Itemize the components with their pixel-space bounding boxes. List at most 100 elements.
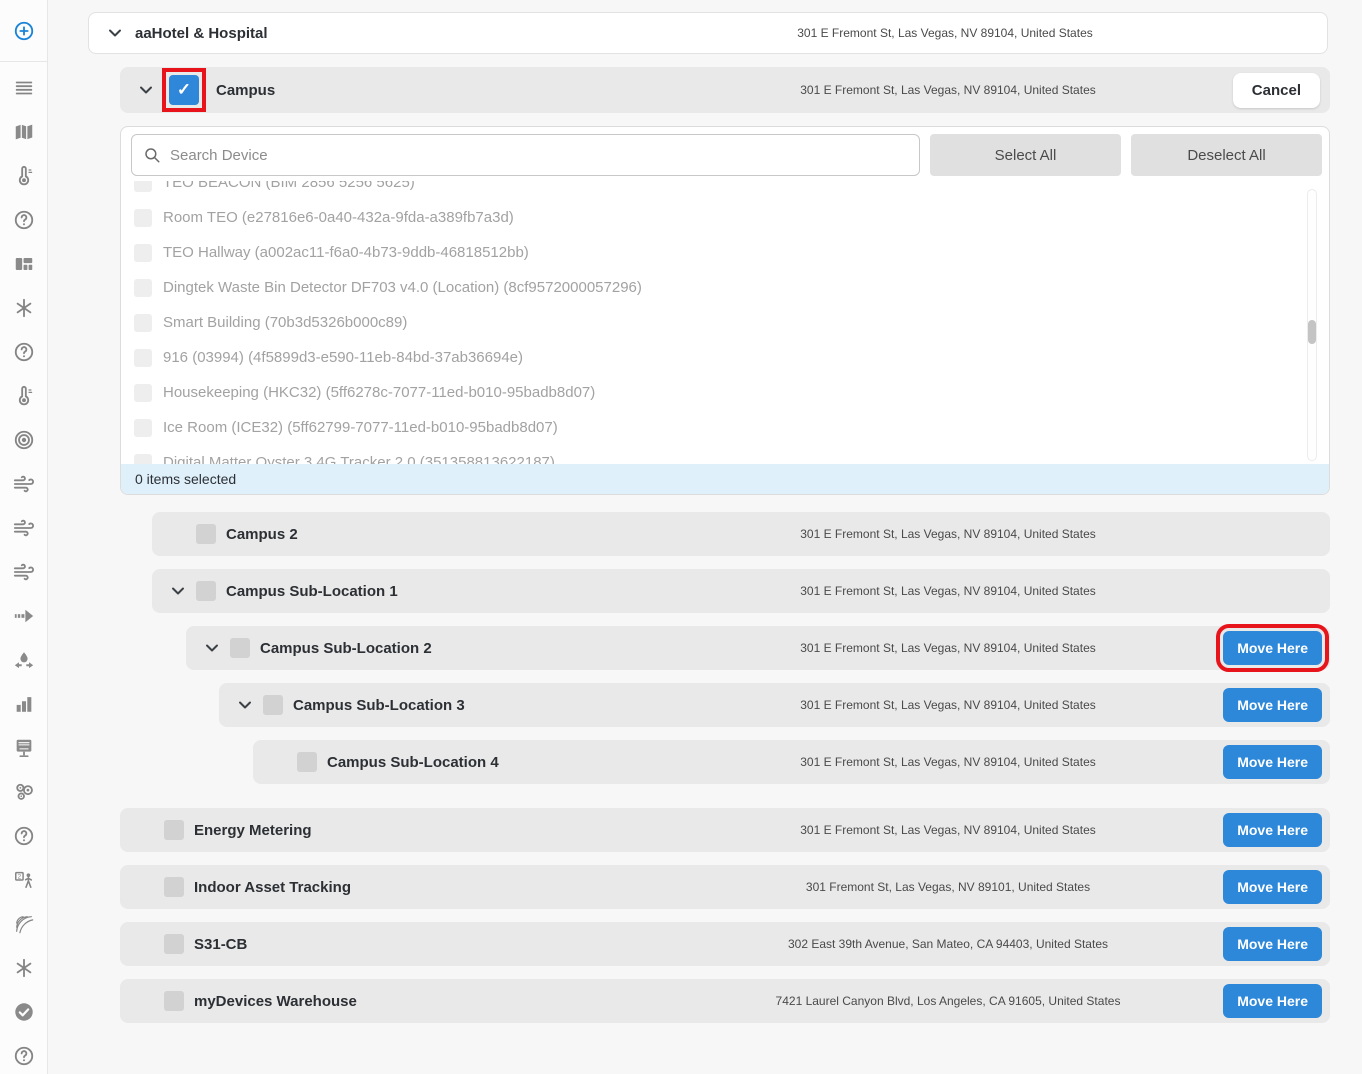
location-row-root[interactable]: aaHotel & Hospital 301 E Fremont St, Las…: [88, 12, 1328, 54]
device-checkbox[interactable]: [134, 419, 152, 437]
location-row[interactable]: Campus Sub-Location 3301 E Fremont St, L…: [219, 683, 1330, 727]
device-checkbox[interactable]: [134, 454, 152, 465]
chevron-down-icon[interactable]: [235, 695, 255, 715]
location-name: Campus Sub-Location 1: [226, 583, 398, 600]
search-device-input[interactable]: [131, 134, 920, 176]
location-row[interactable]: S31-CB302 East 39th Avenue, San Mateo, C…: [120, 922, 1330, 966]
location-row[interactable]: Campus 2301 E Fremont St, Las Vegas, NV …: [152, 512, 1330, 556]
device-list-item[interactable]: 916 (03994) (4f5899d3-e590-11eb-84bd-37a…: [134, 340, 1329, 375]
wind-icon[interactable]: [13, 473, 35, 495]
menu-icon[interactable]: [13, 77, 35, 99]
floorplan-icon[interactable]: [13, 253, 35, 275]
device-list-item[interactable]: Smart Building (70b3d5326b000c89): [134, 305, 1329, 340]
add-circle-icon[interactable]: [13, 20, 35, 42]
move-here-button[interactable]: Move Here: [1223, 984, 1322, 1018]
items-selected-bar: 0 items selected: [121, 464, 1329, 494]
arrow-right-icon[interactable]: [13, 605, 35, 627]
location-name: Energy Metering: [194, 822, 312, 839]
device-checkbox[interactable]: [134, 244, 152, 262]
device-checkbox[interactable]: [134, 349, 152, 367]
device-label: Digital Matter Oyster 3 4G Tracker 2.0 (…: [163, 454, 555, 464]
device-list-item[interactable]: Ice Room (ICE32) (5ff62799-7077-11ed-b01…: [134, 410, 1329, 445]
vibration-icon[interactable]: [13, 913, 35, 935]
device-checkbox[interactable]: [134, 279, 152, 297]
checkbox-highlight-box: ✓: [162, 68, 206, 112]
help-icon[interactable]: [13, 209, 35, 231]
device-label: Dingtek Waste Bin Detector DF703 v4.0 (L…: [163, 279, 642, 296]
location-checkbox[interactable]: [196, 581, 216, 601]
device-checkbox[interactable]: [134, 384, 152, 402]
radar-icon[interactable]: [13, 429, 35, 451]
device-label: Ice Room (ICE32) (5ff62799-7077-11ed-b01…: [163, 419, 558, 436]
location-checkbox[interactable]: [164, 877, 184, 897]
location-address: 301 E Fremont St, Las Vegas, NV 89104, U…: [718, 527, 1178, 541]
chevron-down-icon[interactable]: [136, 80, 156, 100]
snowflake-icon[interactable]: [13, 957, 35, 979]
help-icon[interactable]: [13, 1045, 35, 1067]
move-here-button[interactable]: Move Here: [1223, 688, 1322, 722]
device-checkbox[interactable]: [134, 314, 152, 332]
move-here-button[interactable]: Move Here: [1223, 870, 1322, 904]
location-address: 301 E Fremont St, Las Vegas, NV 89104, U…: [718, 584, 1178, 598]
kiosk-icon[interactable]: [13, 737, 35, 759]
location-name: Campus Sub-Location 4: [327, 754, 499, 771]
location-row-campus[interactable]: ✓ Campus 301 E Fremont St, Las Vegas, NV…: [120, 67, 1330, 113]
location-name: myDevices Warehouse: [194, 993, 357, 1010]
deselect-all-button[interactable]: Deselect All: [1131, 134, 1322, 176]
water-exchange-icon[interactable]: [13, 649, 35, 671]
location-checkbox[interactable]: [297, 752, 317, 772]
device-list-item[interactable]: Housekeeping (HKC32) (5ff6278c-7077-11ed…: [134, 375, 1329, 410]
location-row[interactable]: Indoor Asset Tracking301 Fremont St, Las…: [120, 865, 1330, 909]
move-here-button[interactable]: Move Here: [1223, 813, 1322, 847]
chevron-down-icon[interactable]: [105, 23, 125, 43]
bar-chart-icon[interactable]: [13, 693, 35, 715]
snowflake-icon[interactable]: [13, 297, 35, 319]
wind-icon[interactable]: [13, 517, 35, 539]
chevron-down-icon[interactable]: [202, 638, 222, 658]
device-label: Housekeeping (HKC32) (5ff6278c-7077-11ed…: [163, 384, 595, 401]
location-row[interactable]: myDevices Warehouse7421 Laurel Canyon Bl…: [120, 979, 1330, 1023]
device-list[interactable]: TEO BEACON (BIM 2856 5256 5625)Room TEO …: [121, 181, 1329, 464]
device-panel-toolbar: Select All Deselect All: [121, 127, 1329, 176]
move-here-button[interactable]: Move Here: [1223, 927, 1322, 961]
location-checkbox[interactable]: [164, 820, 184, 840]
move-here-button[interactable]: Move Here: [1223, 631, 1322, 665]
scrollbar-thumb[interactable]: [1308, 320, 1316, 344]
location-checkbox[interactable]: [196, 524, 216, 544]
location-name: Campus: [216, 82, 275, 99]
location-address: 301 E Fremont St, Las Vegas, NV 89104, U…: [718, 698, 1178, 712]
device-list-scrollbar[interactable]: [1307, 189, 1317, 461]
campus-checkbox-checked[interactable]: ✓: [169, 75, 199, 105]
map-icon[interactable]: [13, 121, 35, 143]
device-list-item[interactable]: TEO Hallway (a002ac11-f6a0-4b73-9ddb-468…: [134, 235, 1329, 270]
location-checkbox[interactable]: [230, 638, 250, 658]
location-name: Campus Sub-Location 2: [260, 640, 432, 657]
device-list-item[interactable]: Room TEO (e27816e6-0a40-432a-9fda-a389fb…: [134, 200, 1329, 235]
device-list-item[interactable]: TEO BEACON (BIM 2856 5256 5625): [134, 181, 1329, 200]
location-checkbox[interactable]: [164, 934, 184, 954]
thermometer-icon[interactable]: [13, 385, 35, 407]
location-manager: aaHotel & Hospital 301 E Fremont St, Las…: [48, 12, 1362, 1023]
device-checkbox[interactable]: [134, 209, 152, 227]
sidebar: 2: [0, 0, 48, 1074]
location-row[interactable]: Campus Sub-Location 2301 E Fremont St, L…: [186, 626, 1330, 670]
device-list-item[interactable]: Digital Matter Oyster 3 4G Tracker 2.0 (…: [134, 445, 1329, 464]
location-row[interactable]: Campus Sub-Location 1 301 E Fremont St, L…: [152, 569, 1330, 613]
move-here-button[interactable]: Move Here: [1223, 745, 1322, 779]
location-checkbox[interactable]: [263, 695, 283, 715]
device-checkbox[interactable]: [134, 181, 152, 192]
wind-icon[interactable]: [13, 561, 35, 583]
location-checkbox[interactable]: [164, 991, 184, 1011]
select-all-button[interactable]: Select All: [930, 134, 1121, 176]
location-row[interactable]: Campus Sub-Location 4301 E Fremont St, L…: [253, 740, 1330, 784]
chevron-down-icon[interactable]: [168, 581, 188, 601]
thermometer-icon[interactable]: [13, 165, 35, 187]
check-circle-icon[interactable]: [13, 1001, 35, 1023]
pulley-icon[interactable]: [13, 781, 35, 803]
location-row[interactable]: Energy Metering301 E Fremont St, Las Veg…: [120, 808, 1330, 852]
help-icon[interactable]: [13, 825, 35, 847]
cancel-button[interactable]: Cancel: [1233, 73, 1320, 108]
evacuation-icon[interactable]: 2: [13, 869, 35, 891]
help-icon[interactable]: [13, 341, 35, 363]
device-list-item[interactable]: Dingtek Waste Bin Detector DF703 v4.0 (L…: [134, 270, 1329, 305]
